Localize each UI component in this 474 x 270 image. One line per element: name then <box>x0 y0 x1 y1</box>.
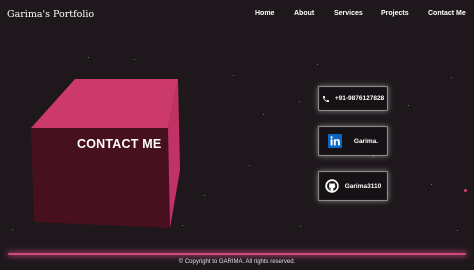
cube-label: CONTACT ME <box>77 137 162 151</box>
linkedin-icon <box>327 134 342 148</box>
star <box>408 105 409 106</box>
github-username: Garima3110 <box>344 182 382 190</box>
star <box>451 77 452 78</box>
star <box>204 195 205 196</box>
star <box>12 229 13 230</box>
star <box>88 57 89 58</box>
accent-dot <box>464 189 467 192</box>
nav-home[interactable]: Home <box>255 10 274 17</box>
nav-services[interactable]: Services <box>334 10 363 17</box>
github-icon <box>325 179 339 193</box>
brand-title[interactable]: Garima's Portfolio <box>7 9 94 20</box>
star <box>431 184 432 185</box>
footer-divider <box>8 253 466 255</box>
contact-cube[interactable]: CONTACT ME <box>20 70 190 240</box>
star <box>373 156 374 157</box>
cube-top-face <box>31 79 178 128</box>
phone-card[interactable]: +91-9876127828 <box>318 86 388 111</box>
star <box>300 226 301 227</box>
phone-number: +91-9876127828 <box>334 95 385 102</box>
linkedin-name: Garima. <box>353 137 379 145</box>
linkedin-card[interactable]: Garima. <box>318 126 388 156</box>
star <box>263 114 264 115</box>
nav-about[interactable]: About <box>294 10 314 17</box>
star <box>317 64 318 65</box>
star <box>457 230 458 231</box>
nav-projects[interactable]: Projects <box>381 10 409 17</box>
nav-contact[interactable]: Contact Me <box>428 10 466 17</box>
github-card[interactable]: Garima3110 <box>318 171 388 201</box>
footer-copyright: © Copyright to GARIMA. All rights reserv… <box>178 259 296 265</box>
star <box>233 75 234 76</box>
star <box>134 59 135 60</box>
phone-icon <box>322 95 329 102</box>
cube-graphic <box>31 79 180 228</box>
star <box>249 165 250 166</box>
star <box>299 101 300 102</box>
